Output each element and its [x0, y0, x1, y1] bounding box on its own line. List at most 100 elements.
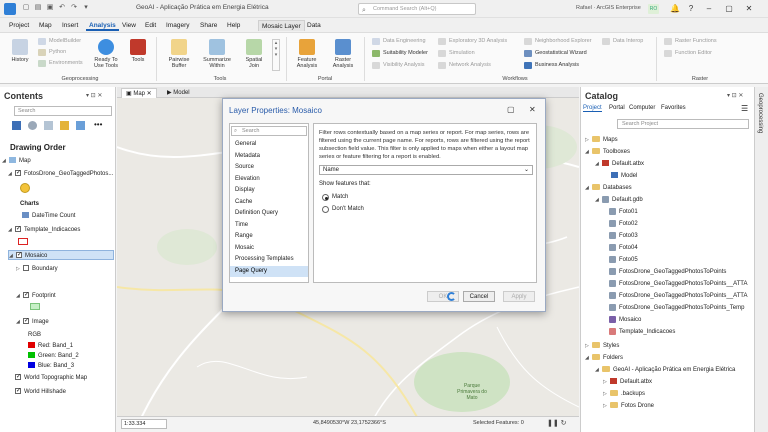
feature-analysis-button[interactable]: Feature Analysis: [292, 39, 322, 69]
ready-to-use-tools-button[interactable]: Ready To Use Tools: [90, 39, 122, 69]
catalog-fotosdrone-points[interactable]: FotosDrone_GeoTaggedPhotosToPoints: [609, 267, 726, 277]
catalog-foto03[interactable]: Foto03: [609, 231, 638, 241]
nav-definition-query[interactable]: Definition Query: [230, 208, 308, 219]
data-interop-button[interactable]: Data Interop: [602, 37, 643, 46]
tab-project[interactable]: Project: [6, 20, 32, 31]
toc-topographic[interactable]: World Topographic Map: [8, 372, 87, 383]
catalog-tab-portal[interactable]: Portal: [609, 105, 625, 111]
customize-toolbar-icon[interactable]: ▾: [82, 4, 90, 12]
raster-analysis-button[interactable]: Raster Analysis: [328, 39, 358, 69]
new-project-icon[interactable]: ▢: [22, 4, 30, 12]
toc-chart-datetime[interactable]: DateTime Count: [22, 211, 75, 221]
visibility-checkbox[interactable]: [15, 168, 21, 178]
catalog-mosaico[interactable]: Mosaico: [609, 315, 641, 325]
more-icon[interactable]: •••: [94, 120, 102, 129]
list-by-source-icon[interactable]: [28, 121, 37, 130]
simulation-button[interactable]: Simulation: [438, 49, 475, 58]
tab-share[interactable]: Share: [197, 20, 220, 31]
history-button[interactable]: History: [8, 39, 32, 63]
tab-insert[interactable]: Insert: [59, 20, 81, 31]
visibility-checkbox[interactable]: [23, 265, 29, 272]
tab-model-view[interactable]: ▶ Model: [163, 88, 194, 98]
tab-analysis[interactable]: Analysis: [86, 20, 119, 31]
catalog-backups[interactable]: ▷ .backups: [603, 389, 645, 399]
nav-processing-templates[interactable]: Processing Templates: [230, 254, 308, 265]
gallery-scroll[interactable]: ▴ ▾ ▾: [272, 39, 280, 71]
data-engineering-button[interactable]: Data Engineering: [372, 37, 426, 46]
collapse-icon[interactable]: ◢: [9, 251, 16, 261]
tab-map-view[interactable]: ▣ Map ✕: [121, 88, 157, 98]
catalog-default-gdb[interactable]: ◢ Default.gdb: [595, 195, 643, 205]
catalog-maps[interactable]: ▷ Maps: [585, 135, 618, 145]
open-project-icon[interactable]: ▤: [34, 4, 42, 12]
catalog-folders[interactable]: ◢ Folders: [585, 353, 623, 363]
collapse-icon[interactable]: ◢: [16, 291, 23, 301]
field-dropdown[interactable]: Name ⌄: [319, 165, 533, 175]
apply-button[interactable]: Apply: [503, 291, 535, 302]
exploratory-3d-button[interactable]: Exploratory 3D Analysis: [438, 37, 507, 46]
toc-boundary[interactable]: ▷ Boundary: [16, 264, 58, 274]
visibility-checkbox[interactable]: [16, 250, 22, 260]
visibility-checkbox[interactable]: [15, 386, 21, 396]
pane-options-icon[interactable]: ▾ ⊡ ✕: [86, 92, 102, 99]
nav-time[interactable]: Time: [230, 220, 308, 231]
catalog-styles[interactable]: ▷ Styles: [585, 341, 619, 351]
nav-mosaic[interactable]: Mosaic: [230, 243, 308, 254]
tab-data[interactable]: Data: [304, 20, 324, 31]
toc-template-layer[interactable]: ◢ Template_Indicacoes: [8, 224, 80, 235]
user-avatar[interactable]: RO: [648, 4, 659, 14]
toc-mosaico-layer[interactable]: ◢ Mosaico: [8, 250, 114, 260]
catalog-fotosdrone-temp[interactable]: FotosDrone_GeoTaggedPhotosToPoints_Temp: [609, 303, 744, 313]
pane-options-icon[interactable]: ▾ ⊡ ✕: [727, 92, 743, 99]
nav-elevation[interactable]: Elevation: [230, 174, 308, 185]
catalog-tab-favorites[interactable]: Favorites: [661, 105, 686, 111]
catalog-menu-icon[interactable]: ☰: [741, 104, 748, 113]
catalog-databases[interactable]: ◢ Databases: [585, 183, 632, 193]
catalog-foto02[interactable]: Foto02: [609, 219, 638, 229]
visibility-checkbox[interactable]: [15, 224, 21, 234]
visibility-analysis-button[interactable]: Visibility Analysis: [372, 61, 424, 70]
toc-footprint[interactable]: ◢ Footprint: [16, 290, 56, 301]
tools-button[interactable]: Tools: [126, 39, 150, 63]
match-radio[interactable]: Match: [322, 193, 348, 202]
visibility-checkbox[interactable]: [23, 316, 29, 326]
nav-source[interactable]: Source: [230, 162, 308, 173]
catalog-foto01[interactable]: Foto01: [609, 207, 638, 217]
catalog-tab-computer[interactable]: Computer: [629, 105, 655, 111]
tab-view[interactable]: View: [119, 20, 139, 31]
environments-button[interactable]: Environments: [38, 59, 83, 68]
spatial-join-button[interactable]: Spatial Join: [240, 39, 268, 69]
collapse-icon[interactable]: ◢: [8, 169, 15, 179]
toc-hillshade[interactable]: World Hillshade: [8, 386, 66, 397]
list-by-drawing-order-icon[interactable]: [12, 121, 21, 130]
collapse-icon[interactable]: ◢: [8, 225, 15, 235]
catalog-model[interactable]: Model: [611, 171, 637, 181]
raster-functions-button[interactable]: Raster Functions: [664, 37, 717, 46]
pause-drawing-icon[interactable]: ❚❚ ↻: [547, 419, 567, 427]
catalog-default-atbx-2[interactable]: ▷ Default.atbx: [603, 377, 652, 387]
tab-imagery[interactable]: Imagery: [163, 20, 192, 31]
contents-search-input[interactable]: Search: [14, 106, 112, 116]
tab-edit[interactable]: Edit: [142, 20, 159, 31]
catalog-geoai-folder[interactable]: ◢ GeoAI - Aplicação Prática em Energia El…: [595, 365, 735, 375]
tab-map[interactable]: Map: [36, 20, 55, 31]
collapse-icon[interactable]: ◢: [16, 317, 23, 327]
maximize-icon[interactable]: ▢: [507, 105, 515, 114]
visibility-checkbox[interactable]: [15, 372, 21, 382]
tab-help[interactable]: Help: [224, 20, 243, 31]
catalog-fotos-drone[interactable]: ▷ Fotos Drone: [603, 401, 654, 411]
undo-icon[interactable]: ↶: [58, 4, 66, 12]
toc-fotos-layer[interactable]: ◢ FotosDrone_GeoTaggedPhotos...: [8, 168, 113, 179]
tab-mosaic-layer[interactable]: Mosaic Layer: [258, 20, 305, 31]
close-icon[interactable]: ✕: [529, 105, 536, 114]
notifications-icon[interactable]: 🔔: [668, 2, 682, 16]
toc-image[interactable]: ◢ Image: [16, 316, 49, 327]
list-by-snapping-icon[interactable]: [76, 121, 85, 130]
redo-icon[interactable]: ↷: [70, 4, 78, 12]
catalog-template[interactable]: Template_Indicacoes: [609, 327, 675, 337]
nav-cache[interactable]: Cache: [230, 197, 308, 208]
catalog-default-atbx[interactable]: ◢ Default.atbx: [595, 159, 644, 169]
maximize-icon[interactable]: ▢: [722, 2, 736, 16]
dont-match-radio[interactable]: Don't Match: [322, 205, 364, 214]
collapse-icon[interactable]: ◢: [2, 156, 9, 166]
